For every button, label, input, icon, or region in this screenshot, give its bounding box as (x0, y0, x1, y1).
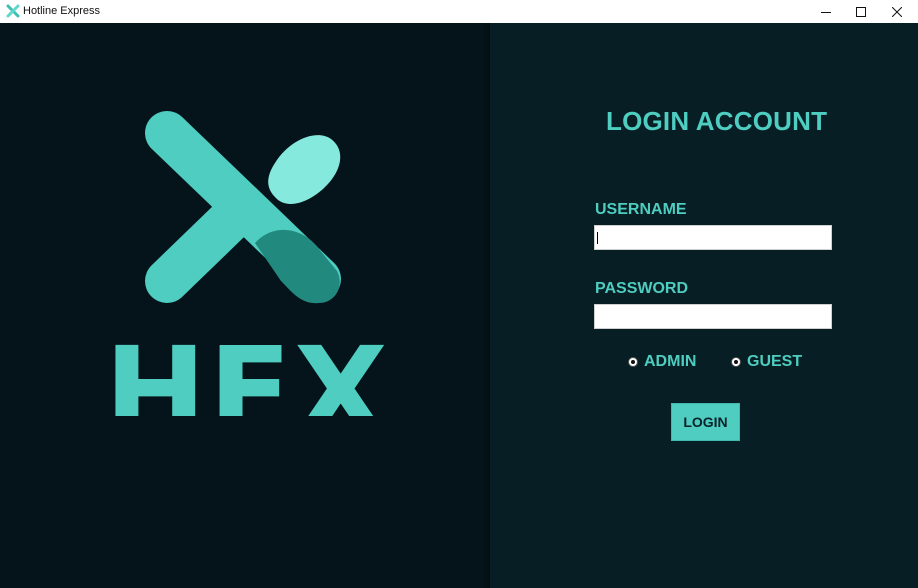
close-button[interactable] (879, 0, 915, 23)
close-icon (892, 6, 902, 17)
app-window: Hotline Express HEX LOGIN ACCOUNT USERNA… (0, 0, 918, 588)
login-button[interactable]: LOGIN (671, 403, 740, 441)
title-bar[interactable]: Hotline Express (0, 0, 918, 23)
app-logo-icon (6, 4, 20, 18)
branding-panel: HEX (0, 23, 490, 588)
guest-radio-option[interactable]: GUEST (731, 353, 802, 371)
login-heading: LOGIN ACCOUNT (606, 106, 828, 136)
logo-wordmark: HEX (105, 321, 390, 416)
guest-radio-button[interactable] (731, 357, 741, 367)
maximize-button[interactable] (843, 0, 879, 23)
minimize-button[interactable] (808, 0, 844, 23)
admin-radio-button[interactable] (628, 357, 638, 367)
x-logo-icon (145, 111, 341, 304)
text-caret (597, 232, 598, 244)
admin-radio-label: ADMIN (644, 353, 697, 370)
password-field[interactable] (594, 304, 832, 329)
maximize-icon (856, 6, 866, 17)
hex-logo: HEX (105, 111, 390, 416)
guest-radio-label: GUEST (747, 353, 803, 370)
window-title: Hotline Express (23, 5, 101, 17)
minimize-icon (821, 11, 831, 13)
username-label: USERNAME (595, 201, 687, 218)
login-button-label: LOGIN (683, 414, 728, 430)
username-field[interactable] (594, 225, 832, 250)
password-label: PASSWORD (595, 280, 689, 297)
admin-radio-option[interactable]: ADMIN (628, 353, 696, 371)
